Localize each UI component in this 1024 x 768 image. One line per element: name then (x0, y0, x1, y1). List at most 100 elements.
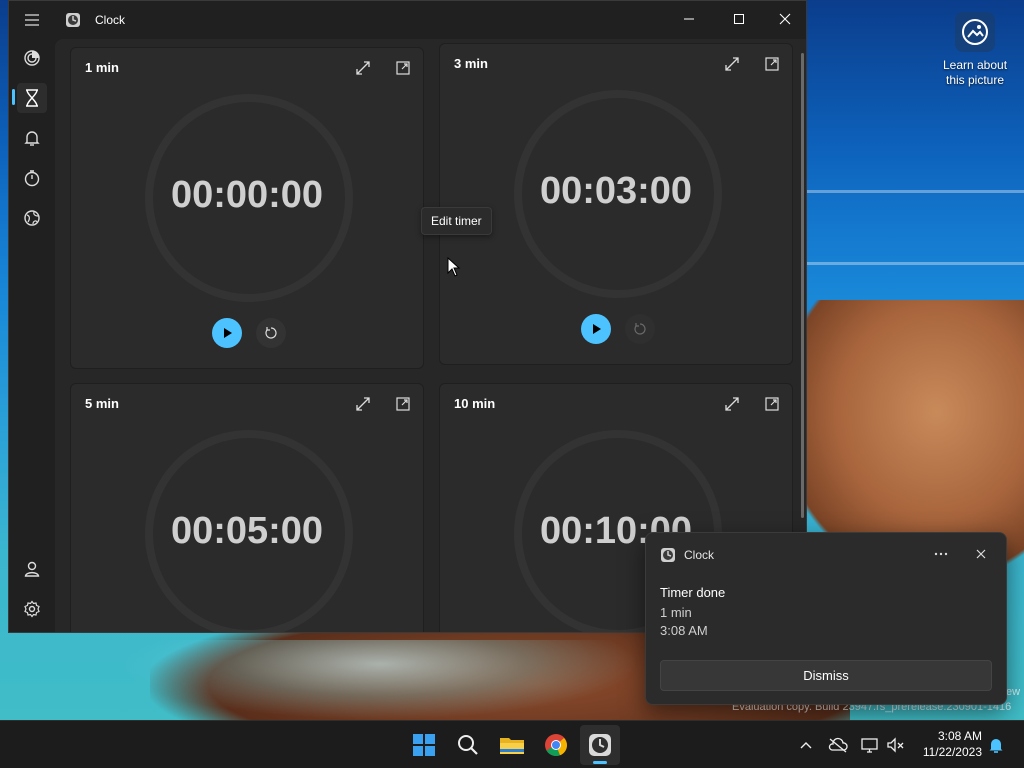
focus-icon (24, 50, 40, 66)
cloud-offline-icon (828, 737, 848, 753)
keep-on-top-icon (396, 61, 410, 75)
world-clock-icon (24, 210, 40, 226)
window-title: Clock (95, 13, 126, 27)
clock-app-icon (661, 548, 675, 562)
reset-button[interactable] (625, 314, 655, 344)
camera-info-icon (955, 12, 995, 52)
nav-settings[interactable] (17, 594, 47, 624)
close-icon (779, 13, 791, 25)
keep-on-top-button[interactable] (760, 392, 784, 416)
timer-name: 5 min (85, 396, 119, 411)
expand-button[interactable] (720, 392, 744, 416)
reset-icon (265, 327, 277, 339)
file-explorer-button[interactable] (492, 725, 532, 765)
nav-alarm[interactable] (17, 123, 47, 153)
nav-focus-sessions[interactable] (17, 43, 47, 73)
bell-icon (989, 739, 1003, 753)
taskbar: 3:08 AM 11/22/2023 (0, 720, 1024, 768)
keep-on-top-icon (765, 397, 779, 411)
play-icon (593, 324, 601, 334)
notification-close-button[interactable] (968, 543, 994, 565)
notification-time: 3:08 AM (660, 623, 708, 638)
nav-account[interactable] (17, 554, 47, 584)
timer-done-notification[interactable]: Clock Timer done 1 min 3:08 AM Dismiss (645, 532, 1007, 705)
timer-time: 00:00:00 (170, 174, 324, 216)
notification-more-button[interactable] (928, 543, 954, 565)
stopwatch-icon (24, 170, 40, 187)
network-icon (861, 738, 878, 753)
nav-world-clock[interactable] (17, 203, 47, 233)
wallpaper-foam (120, 640, 640, 720)
start-button[interactable] (404, 725, 444, 765)
taskbar-active-indicator (593, 761, 607, 764)
file-explorer-icon (500, 738, 524, 754)
timer-time: 00:03:00 (539, 170, 693, 212)
reset-button[interactable] (256, 318, 286, 348)
wallpaper-wave (800, 262, 1024, 265)
volume-muted-icon (887, 737, 904, 753)
more-icon (934, 552, 948, 556)
expand-button[interactable] (720, 52, 744, 76)
hamburger-menu-button[interactable] (17, 5, 47, 35)
nav-timer[interactable] (17, 83, 47, 113)
build-watermark-edge: ew (1006, 686, 1021, 698)
nav-stopwatch[interactable] (17, 163, 47, 193)
timer-icon (26, 89, 38, 107)
play-icon (224, 328, 232, 338)
chrome-icon (545, 734, 568, 757)
notification-title: Timer done (660, 585, 726, 600)
timer-name: 1 min (85, 60, 119, 75)
mouse-cursor-icon (447, 257, 461, 277)
timer-name: 10 min (454, 396, 496, 411)
keep-on-top-button[interactable] (391, 56, 415, 80)
close-button[interactable] (765, 7, 805, 31)
close-icon (976, 549, 986, 559)
hamburger-icon (25, 14, 39, 26)
clock-app-icon (66, 13, 80, 27)
learn-about-label: Learn about this picture (942, 58, 1008, 87)
wallpaper-wave (800, 190, 1024, 193)
play-button[interactable] (212, 318, 242, 348)
timer-name: 3 min (454, 56, 488, 71)
expand-button[interactable] (351, 56, 375, 80)
title-bar[interactable]: Clock (9, 1, 806, 39)
taskbar-date[interactable]: 11/22/2023 (914, 745, 982, 759)
maximize-button[interactable] (719, 7, 759, 31)
notification-app-name: Clock (684, 548, 715, 562)
nav-rail (9, 1, 55, 632)
taskbar-time[interactable]: 3:08 AM (930, 729, 982, 743)
expand-icon (725, 397, 739, 411)
expand-button[interactable] (351, 392, 375, 416)
maximize-icon (734, 14, 744, 24)
show-hidden-icons-button[interactable] (796, 735, 816, 755)
notification-timer-name: 1 min (660, 605, 692, 620)
keep-on-top-icon (396, 397, 410, 411)
expand-icon (725, 57, 739, 71)
dismiss-button[interactable]: Dismiss (660, 660, 992, 691)
keep-on-top-button[interactable] (760, 52, 784, 76)
minimize-icon (684, 18, 694, 20)
notification-center-button[interactable] (986, 735, 1006, 755)
edit-timer-tooltip: Edit timer (421, 207, 492, 235)
network-tray-button[interactable] (860, 735, 880, 755)
chevron-up-icon (800, 742, 812, 749)
timer-time: 00:05:00 (170, 510, 324, 552)
timer-card[interactable]: 3 min 00:03:00 (439, 43, 793, 365)
keep-on-top-button[interactable] (391, 392, 415, 416)
timer-card[interactable]: 1 min 00:00:00 (70, 47, 424, 369)
alarm-icon (24, 131, 40, 146)
minimize-button[interactable] (669, 7, 709, 31)
play-button[interactable] (581, 314, 611, 344)
volume-tray-button[interactable] (886, 735, 906, 755)
search-button[interactable] (448, 725, 488, 765)
timer-card[interactable]: 5 min 00:05:00 (70, 383, 424, 632)
keep-on-top-icon (765, 57, 779, 71)
clock-app-icon (589, 734, 611, 756)
clock-taskbar-button[interactable] (580, 725, 620, 765)
learn-about-picture[interactable]: Learn about this picture (938, 12, 1012, 88)
expand-icon (356, 397, 370, 411)
chrome-button[interactable] (536, 725, 576, 765)
onedrive-tray-button[interactable] (828, 735, 848, 755)
start-icon (413, 734, 435, 756)
scrollbar[interactable] (801, 53, 804, 518)
